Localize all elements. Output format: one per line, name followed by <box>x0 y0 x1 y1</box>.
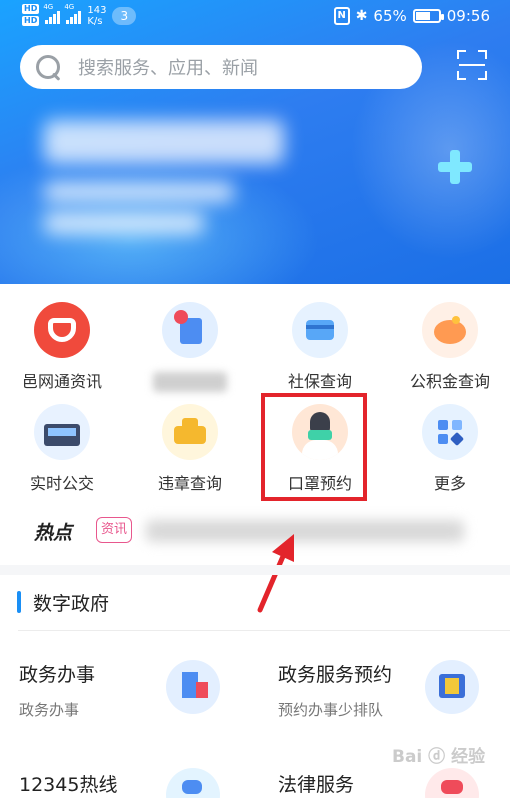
grid-item-more[interactable]: 更多 <box>390 404 510 494</box>
grid-label: 违章查询 <box>157 474 222 493</box>
grid-item-news[interactable]: 邑网通资讯 <box>2 302 122 392</box>
watermark-logo: Bai ⓓ 经验 <box>392 747 486 767</box>
service-title: 法律服务 <box>278 774 355 796</box>
grid-label: 更多 <box>433 474 466 493</box>
grid-label: 公积金查询 <box>409 372 490 391</box>
section-underline <box>18 630 510 631</box>
nfc-icon: N <box>333 7 350 25</box>
grid-label: 实时公交 <box>29 474 94 493</box>
section-divider <box>0 565 510 575</box>
service-appointment[interactable]: 政务服务预约 预约办事少排队 <box>278 660 392 720</box>
grid-item-blurred[interactable] <box>130 302 250 392</box>
service-title: 政务办事 <box>19 664 96 686</box>
network-speed: 143 K/s <box>87 5 106 27</box>
service-title: 12345热线 <box>19 774 118 796</box>
grid-label <box>153 372 227 392</box>
hot-news-tag: 资讯 <box>96 517 132 543</box>
grid-item-violation[interactable]: 违章查询 <box>130 404 250 494</box>
highlight-annotation-box <box>261 393 367 501</box>
clock: 09:56 <box>446 7 490 25</box>
taxi-icon <box>162 404 218 460</box>
signal-icon-2: 4G <box>64 3 82 24</box>
grid-label: 社保查询 <box>287 372 352 391</box>
service-subtitle: 政务办事 <box>19 701 80 719</box>
card-icon <box>292 302 348 358</box>
bluetooth-icon: ✱ <box>355 8 368 24</box>
grid-label: 邑网通资讯 <box>21 372 102 391</box>
news-logo-icon <box>34 302 90 358</box>
section-title: 数字政府 <box>33 593 110 615</box>
battery-percent: 65% <box>373 7 407 25</box>
service-title: 政务服务预约 <box>278 664 393 686</box>
header-banner <box>0 0 510 284</box>
hot-title: 热点 <box>34 522 73 544</box>
hd-icon: HD HD <box>22 4 40 26</box>
blurred-banner-content[interactable] <box>36 112 336 262</box>
scan-icon[interactable] <box>457 50 487 80</box>
search-bar[interactable]: 搜索服务、应用、新闻 <box>20 45 422 89</box>
bus-stop-icon <box>34 404 90 460</box>
plus-decoration-icon <box>438 150 472 184</box>
more-apps-icon <box>422 404 478 460</box>
notification-count-badge: 3 <box>112 7 137 25</box>
service-legal[interactable]: 法律服务 <box>278 770 354 797</box>
battery-icon <box>412 9 444 23</box>
medical-card-icon <box>162 302 218 358</box>
service-government-affairs[interactable]: 政务办事 政务办事 <box>19 660 95 720</box>
grid-item-bus[interactable]: 实时公交 <box>2 404 122 494</box>
search-icon <box>34 53 62 81</box>
grid-item-housing-fund[interactable]: 公积金查询 <box>390 302 510 392</box>
section-accent-bar <box>17 591 21 613</box>
grid-item-social-security[interactable]: 社保查询 <box>260 302 380 392</box>
service-hotline[interactable]: 12345热线 <box>19 770 117 797</box>
status-bar: HD HD 4G 4G 143 K/s 3 N ✱ 65% 09:56 <box>0 0 510 36</box>
network-speed-value: 143 <box>87 5 107 16</box>
piggy-bank-icon <box>422 302 478 358</box>
signal-icon: 4G <box>43 3 61 24</box>
search-input-placeholder[interactable]: 搜索服务、应用、新闻 <box>78 54 258 80</box>
service-subtitle: 预约办事少排队 <box>278 701 384 719</box>
appointment-book-icon[interactable] <box>425 660 479 714</box>
building-icon[interactable] <box>166 660 220 714</box>
network-speed-unit: K/s <box>87 16 103 27</box>
